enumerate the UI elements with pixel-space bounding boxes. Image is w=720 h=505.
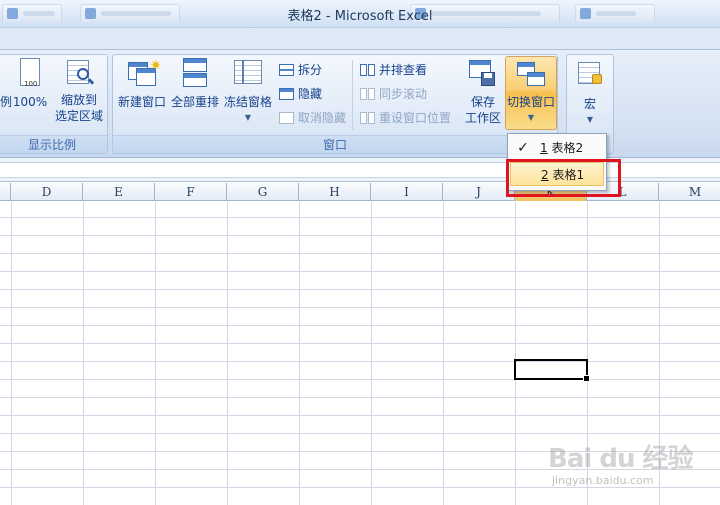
watermark-logo: Bai du 经验	[548, 444, 693, 474]
zoom-selection-label-1: 缩放到	[60, 93, 97, 107]
zoom-button[interactable]: 例	[0, 94, 13, 110]
arrange-all-label: 全部重排	[170, 95, 219, 109]
zoom-group-label: 显示比例	[0, 135, 107, 153]
arrange-all-button[interactable]: 全部重排	[170, 58, 220, 110]
zoom-selection-label-2: 选定区域	[54, 109, 103, 123]
chevron-down-icon: ▼	[244, 113, 252, 122]
reset-position-label: 重设窗口位置	[379, 111, 452, 125]
side-by-side-label: 并排查看	[379, 63, 428, 77]
unhide-label: 取消隐藏	[298, 111, 347, 125]
ribbon-tabs-strip	[0, 28, 720, 50]
column-header[interactable]: J	[443, 183, 515, 201]
split-icon	[279, 63, 295, 77]
column-header[interactable]: I	[371, 183, 443, 201]
column-header-partial[interactable]	[0, 183, 11, 201]
save-workspace-label-1: 保存	[470, 95, 495, 109]
unhide-window-icon	[279, 111, 295, 125]
macros-button[interactable]: 宏 ▼	[570, 60, 610, 128]
check-icon: ✓	[517, 140, 529, 156]
arrange-all-icon	[179, 58, 211, 90]
window-group-label: 窗口	[113, 135, 557, 153]
column-header[interactable]: F	[155, 183, 227, 201]
sync-scrolling-label: 同步滚动	[379, 87, 428, 101]
macros-label: 宏	[583, 97, 596, 111]
save-workspace-label-2: 工作区	[464, 111, 501, 125]
side-by-side-icon	[360, 63, 376, 77]
zoom-selection-icon	[63, 58, 95, 90]
split-button[interactable]: 拆分	[279, 60, 322, 80]
macros-icon	[574, 60, 606, 92]
switch-windows-icon	[515, 60, 547, 92]
highlight-annotation-box	[506, 159, 621, 197]
switch-windows-content[interactable]: 切换窗口 ▼	[505, 60, 557, 126]
window-title: 表格2 - Microsoft Excel	[287, 9, 433, 24]
menu-item-number: 1	[540, 141, 548, 155]
new-window-button[interactable]: ✷ 新建窗口	[116, 58, 168, 110]
zoom-100-button[interactable]: 100 100%	[12, 58, 48, 110]
hide-window-icon	[279, 87, 295, 101]
freeze-panes-icon	[232, 58, 264, 90]
view-side-by-side-button[interactable]: 并排查看	[360, 60, 427, 80]
new-window-label: 新建窗口	[117, 95, 166, 109]
column-header[interactable]: H	[299, 183, 371, 201]
unhide-button[interactable]: 取消隐藏	[279, 108, 346, 128]
watermark-url: jingyan.baidu.com	[552, 474, 654, 487]
save-workspace-icon	[467, 58, 499, 90]
column-header[interactable]: D	[11, 183, 83, 201]
chevron-down-icon: ▼	[586, 115, 594, 124]
column-header[interactable]: G	[227, 183, 299, 201]
zoom-100-label: 100%	[12, 95, 48, 109]
menu-item-window-1[interactable]: ✓ 1 表格2	[510, 136, 604, 160]
separator	[352, 60, 353, 130]
zoom-button-label: 例	[0, 95, 13, 109]
new-window-icon: ✷	[126, 58, 162, 90]
freeze-panes-label: 冻结窗格	[223, 95, 272, 109]
title-bar: 表格2 - Microsoft Excel	[0, 0, 720, 28]
hide-button[interactable]: 隐藏	[279, 84, 322, 104]
freeze-panes-button[interactable]: 冻结窗格 ▼	[222, 58, 274, 126]
save-workspace-button[interactable]: 保存 工作区	[460, 58, 506, 126]
chevron-down-icon: ▼	[527, 113, 535, 122]
switch-windows-label: 切换窗口	[506, 95, 555, 109]
active-cell[interactable]	[514, 359, 590, 382]
reset-position-icon	[360, 111, 376, 125]
menu-item-label: 表格2	[551, 141, 584, 155]
zoom-100-icon: 100	[14, 58, 46, 90]
column-header[interactable]: M	[659, 183, 720, 201]
sync-scrolling-icon	[360, 87, 376, 101]
sync-scrolling-button[interactable]: 同步滚动	[360, 84, 427, 104]
reset-window-position-button[interactable]: 重设窗口位置	[360, 108, 451, 128]
watermark: Bai du 经验 jingyan.baidu.com	[548, 438, 698, 498]
split-label: 拆分	[298, 63, 323, 77]
zoom-to-selection-button[interactable]: 缩放到 选定区域	[52, 58, 106, 124]
hide-label: 隐藏	[298, 87, 323, 101]
column-header[interactable]: E	[83, 183, 155, 201]
